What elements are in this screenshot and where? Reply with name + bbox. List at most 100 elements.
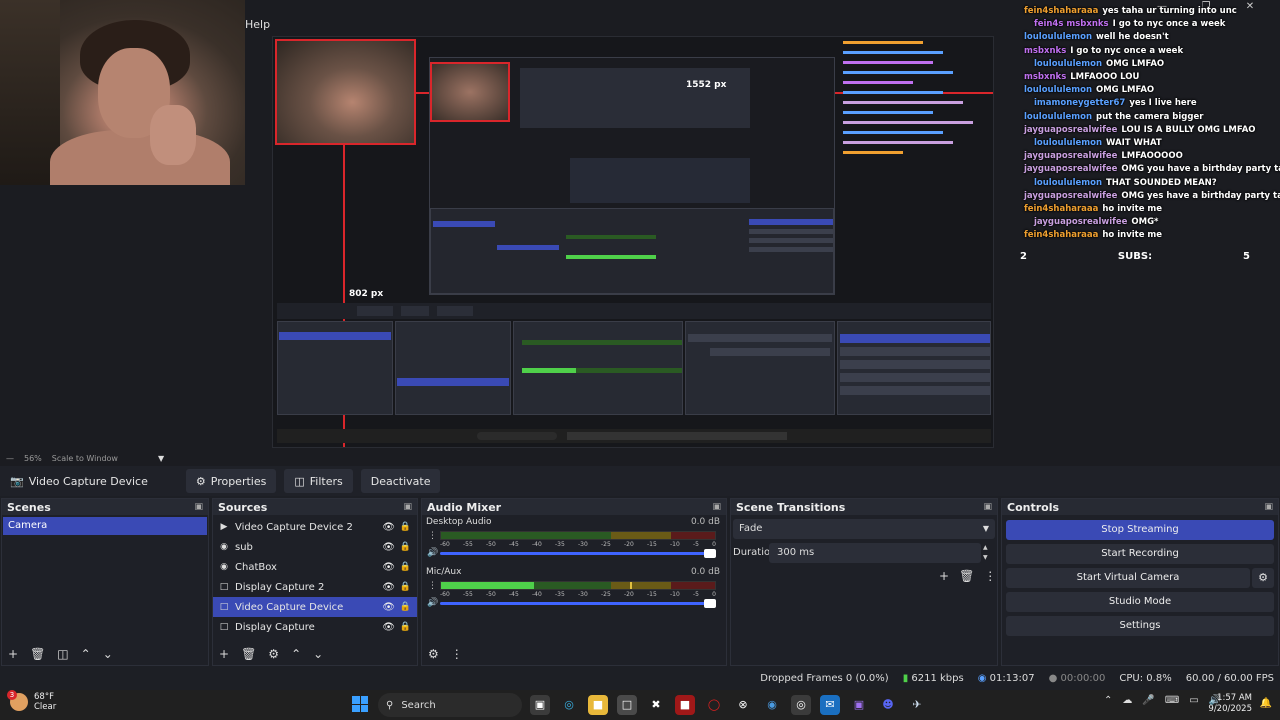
zoom-level[interactable]: 56%	[24, 454, 42, 463]
source-item[interactable]: ▶ Video Capture Device 2 👁 🔒	[213, 517, 417, 537]
meter-tick: -60	[440, 591, 450, 598]
slider-knob[interactable]	[704, 549, 716, 558]
volume-slider[interactable]	[440, 549, 716, 558]
lock-icon[interactable]: 🔒	[400, 562, 411, 572]
scene-item-camera[interactable]: Camera	[3, 517, 207, 535]
discord-icon[interactable]: ☻	[878, 695, 898, 715]
chat-text: OMG*	[1131, 217, 1159, 228]
filter-icon[interactable]: ◫	[57, 647, 68, 661]
twitch-icon[interactable]: ▣	[849, 695, 869, 715]
weather-widget[interactable]: 68°F Clear	[7, 690, 56, 712]
slider-knob[interactable]	[704, 599, 716, 608]
undock-icon[interactable]: ▣	[403, 502, 412, 512]
eye-icon[interactable]: 👁	[382, 542, 395, 553]
settings-button[interactable]: Settings	[1006, 616, 1274, 636]
task-view-icon[interactable]: ▣	[530, 695, 550, 715]
chevron-up-icon[interactable]: ⌃	[81, 647, 91, 661]
volume-slider[interactable]	[440, 599, 716, 608]
transition-select[interactable]: Fade ▼	[733, 519, 995, 539]
kebab-icon[interactable]: ⋮	[984, 569, 996, 583]
studio-mode-button[interactable]: Studio Mode	[1006, 592, 1274, 612]
undock-icon[interactable]: ▣	[712, 502, 721, 512]
deactivate-button[interactable]: Deactivate	[360, 469, 441, 493]
start-virtual-camera-button[interactable]: Start Virtual Camera	[1006, 568, 1250, 588]
taskbar-clock[interactable]: 1:57 AM 9/20/2025	[1208, 693, 1252, 715]
search-label: Search	[401, 699, 436, 711]
eye-icon[interactable]: 👁	[382, 602, 395, 613]
chrome-icon[interactable]: ◉	[762, 695, 782, 715]
mic-icon[interactable]: 🎤	[1142, 695, 1154, 706]
source-item[interactable]: ◉ ChatBox 👁 🔒	[213, 557, 417, 577]
browser-icon[interactable]: ◎	[559, 695, 579, 715]
chevron-down-icon[interactable]: ⌄	[103, 647, 113, 661]
chevron-down-icon[interactable]: ⌄	[313, 647, 323, 661]
lock-icon[interactable]: 🔒	[400, 622, 411, 632]
weather-icon	[7, 690, 28, 711]
undock-icon[interactable]: ▣	[1264, 502, 1273, 512]
stop-streaming-button[interactable]: Stop Streaming	[1006, 520, 1274, 540]
steam-icon[interactable]: ✈	[907, 695, 927, 715]
keyboard-icon[interactable]: ⌨	[1165, 695, 1179, 706]
scale-mode[interactable]: Scale to Window	[52, 454, 118, 463]
eye-icon[interactable]: 👁	[382, 622, 395, 633]
kebab-icon[interactable]: ⋮	[428, 531, 437, 541]
canvas-preview[interactable]	[272, 36, 994, 448]
deactivate-label: Deactivate	[370, 474, 431, 488]
lock-icon[interactable]: 🔒	[400, 582, 411, 592]
zoom-minus-icon[interactable]: —	[6, 454, 14, 463]
obs-icon[interactable]: ◎	[791, 695, 811, 715]
taskbar-search[interactable]: ⚲ Search	[378, 693, 522, 717]
monitor-icon[interactable]: ▭	[1189, 695, 1198, 706]
windows-start-icon[interactable]	[352, 696, 368, 712]
gear-icon[interactable]: ⚙	[268, 647, 279, 661]
kebab-icon[interactable]: ⋮	[451, 647, 463, 661]
cloud-icon[interactable]: ☁	[1122, 695, 1132, 706]
mixer-settings-icon[interactable]: ⚙	[428, 647, 439, 661]
file-explorer-icon[interactable]: ■	[588, 695, 608, 715]
filters-button[interactable]: ◫ Filters	[284, 469, 353, 493]
capcut-icon[interactable]: ✖	[646, 695, 666, 715]
lock-icon[interactable]: 🔒	[400, 522, 411, 532]
undock-icon[interactable]: ▣	[194, 502, 203, 512]
source-item[interactable]: ◉ sub 👁 🔒	[213, 537, 417, 557]
outlook-icon[interactable]: ✉	[820, 695, 840, 715]
eye-icon[interactable]: 👁	[382, 522, 395, 533]
duration-input[interactable]: 300 ms	[769, 543, 981, 563]
lock-icon[interactable]: 🔒	[400, 602, 411, 612]
virtual-camera-settings-icon[interactable]: ⚙	[1252, 568, 1274, 588]
undock-icon[interactable]: ▣	[983, 502, 992, 512]
red-app-icon[interactable]: ■	[675, 695, 695, 715]
trash-icon[interactable]: 🗑	[241, 647, 256, 661]
meter-tick: -15	[647, 541, 657, 548]
kebab-icon[interactable]: ⋮	[428, 581, 437, 591]
channel-db: 0.0 dB	[690, 567, 720, 577]
speaker-icon[interactable]: 🔊	[427, 598, 438, 608]
opera-icon[interactable]: ◯	[704, 695, 724, 715]
selected-source-bounds[interactable]	[275, 39, 416, 145]
duration-spinner[interactable]: ▲ ▼	[983, 543, 988, 563]
eye-icon[interactable]: 👁	[382, 562, 395, 573]
chevron-up-icon[interactable]: ⌃	[291, 647, 301, 661]
trash-icon[interactable]: 🗑	[959, 569, 974, 583]
source-item[interactable]: □ Display Capture 2 👁 🔒	[213, 577, 417, 597]
properties-button[interactable]: ⚙ Properties	[185, 469, 277, 493]
source-item[interactable]: □ Display Capture 👁 🔒	[213, 617, 417, 637]
source-item-selected[interactable]: □ Video Capture Device 👁 🔒	[213, 597, 417, 617]
chevron-up-icon[interactable]: ⌃	[1104, 695, 1112, 706]
menu-help[interactable]: Help	[245, 18, 270, 31]
start-recording-button[interactable]: Start Recording	[1006, 544, 1274, 564]
nested-controls	[837, 321, 991, 415]
speaker-icon[interactable]: 🔊	[427, 548, 438, 558]
trash-icon[interactable]: 🗑	[30, 647, 45, 661]
notification-icon[interactable]: 🔔	[1260, 698, 1272, 709]
xbox-icon[interactable]: ⊗	[733, 695, 753, 715]
add-icon[interactable]: +	[219, 647, 229, 661]
lock-icon[interactable]: 🔒	[400, 542, 411, 552]
store-icon[interactable]: □	[617, 695, 637, 715]
scenes-title: Scenes	[7, 500, 51, 514]
eye-icon[interactable]: 👁	[382, 582, 395, 593]
meter-tick: -10	[670, 541, 680, 548]
add-icon[interactable]: +	[939, 569, 949, 583]
add-icon[interactable]: +	[8, 647, 18, 661]
chevron-down-icon[interactable]: ▼	[158, 454, 164, 463]
